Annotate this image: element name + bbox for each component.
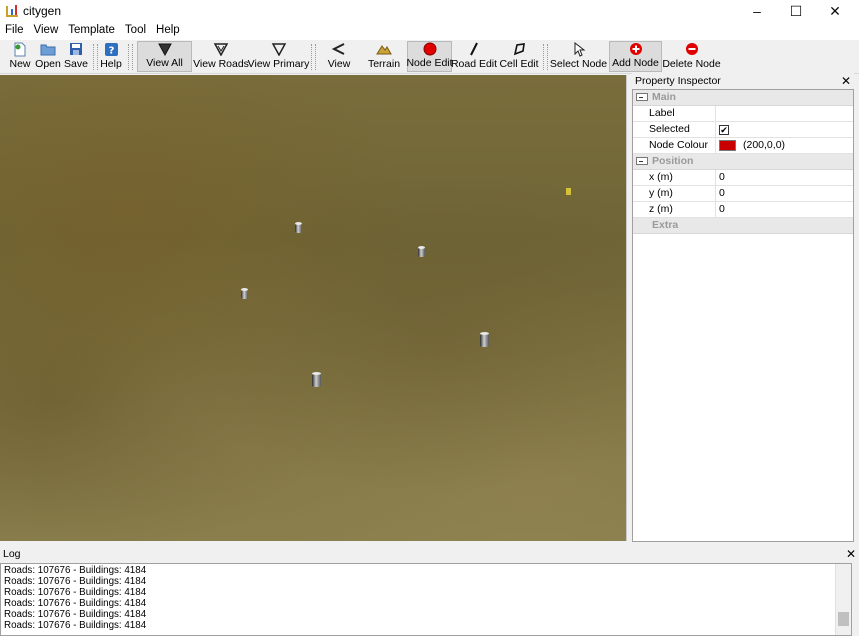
selected-node-marker[interactable]	[566, 188, 571, 195]
log-line: Roads: 107676 - Buildings: 4184	[4, 565, 147, 576]
add-node-button[interactable]: Add Node	[609, 41, 662, 72]
menu-template[interactable]: Template	[63, 22, 120, 40]
log-output[interactable]: Roads: 107676 - Buildings: 4184 Roads: 1…	[0, 563, 852, 636]
prop-y[interactable]: y (m) 0	[633, 186, 853, 202]
log-line: Roads: 107676 - Buildings: 4184	[4, 587, 147, 598]
log-header: Log ✕	[0, 546, 859, 561]
property-inspector-panel: Property Inspector ✕ Main Label Selected…	[632, 73, 854, 542]
log-scrollbar[interactable]	[835, 564, 851, 635]
y-value[interactable]: 0	[716, 186, 853, 201]
collapse-icon[interactable]	[636, 93, 648, 101]
scrollbar-thumb[interactable]	[838, 612, 849, 626]
prop-node-colour[interactable]: Node Colour (200,0,0)	[633, 138, 853, 154]
node-colour-value: (200,0,0)	[743, 139, 786, 151]
minimize-button[interactable]: –	[737, 0, 777, 22]
view-primary-button[interactable]: View Primary	[248, 41, 309, 72]
close-button[interactable]: ✕	[815, 0, 855, 22]
save-button[interactable]: Save	[63, 41, 89, 72]
selected-checkbox[interactable]: ✔	[719, 124, 729, 135]
menu-bar: File View Template Tool Help	[0, 22, 859, 40]
terrain-button[interactable]: Terrain	[364, 41, 404, 72]
terrain-icon	[376, 41, 392, 57]
view-roads-button[interactable]: View Roads	[193, 41, 249, 72]
group-extra[interactable]: Extra	[633, 218, 853, 234]
node-edit-icon	[423, 42, 437, 56]
road-edit-icon	[467, 41, 481, 57]
city-node[interactable]	[295, 222, 302, 233]
window-title: citygen	[23, 4, 62, 18]
view-button[interactable]: View	[322, 41, 356, 72]
cell-edit-button[interactable]: Cell Edit	[499, 41, 539, 72]
toolbar-separator	[311, 44, 316, 70]
toolbar-separator	[543, 44, 548, 70]
group-position[interactable]: Position	[633, 154, 853, 170]
x-value[interactable]: 0	[716, 170, 853, 185]
svg-text:?: ?	[108, 45, 114, 56]
property-grid: Main Label Selected ✔ Node Colour (200,0…	[632, 89, 854, 542]
property-inspector-title: Property Inspector	[635, 75, 721, 87]
toolbar-separator	[128, 44, 133, 70]
toolbar: New Open Save ? Help View All View Roads…	[0, 40, 859, 74]
prop-x[interactable]: x (m) 0	[633, 170, 853, 186]
city-node[interactable]	[312, 372, 321, 387]
maximize-button[interactable]: ☐	[776, 0, 816, 22]
new-file-icon	[13, 41, 27, 57]
delete-node-button[interactable]: Delete Node	[662, 41, 721, 72]
node-edit-button[interactable]: Node Edit	[406, 41, 453, 72]
terrain-viewport[interactable]	[0, 75, 627, 541]
city-node[interactable]	[241, 288, 248, 299]
open-folder-icon	[40, 41, 56, 57]
road-edit-button[interactable]: Road Edit	[451, 41, 497, 72]
property-inspector-header: Property Inspector ✕	[632, 73, 854, 89]
menu-view[interactable]: View	[29, 22, 64, 40]
save-icon	[69, 41, 83, 57]
menu-file[interactable]: File	[0, 22, 29, 40]
view-primary-icon	[271, 41, 287, 57]
collapse-icon[interactable]	[636, 157, 648, 165]
log-line: Roads: 107676 - Buildings: 4184	[4, 620, 147, 631]
view-icon	[331, 41, 347, 57]
log-line: Roads: 107676 - Buildings: 4184	[4, 609, 147, 620]
log-title: Log	[3, 547, 21, 560]
help-button[interactable]: ? Help	[99, 41, 123, 72]
menu-tool[interactable]: Tool	[120, 22, 151, 40]
open-button[interactable]: Open	[35, 41, 61, 72]
new-button[interactable]: New	[6, 41, 34, 72]
city-node[interactable]	[480, 332, 489, 347]
city-node[interactable]	[418, 246, 425, 257]
close-icon[interactable]: ✕	[846, 547, 856, 561]
colour-swatch[interactable]	[719, 140, 736, 151]
log-panel: Log ✕ Roads: 107676 - Buildings: 4184 Ro…	[0, 546, 859, 636]
add-node-icon	[629, 42, 643, 56]
view-all-icon	[157, 42, 173, 56]
cell-edit-icon	[512, 41, 526, 57]
select-node-icon	[572, 41, 586, 57]
prop-z[interactable]: z (m) 0	[633, 202, 853, 218]
group-main[interactable]: Main	[633, 90, 853, 106]
log-line: Roads: 107676 - Buildings: 4184	[4, 576, 147, 587]
view-all-button[interactable]: View All	[137, 41, 192, 72]
z-value[interactable]: 0	[716, 202, 853, 217]
title-bar: citygen – ☐ ✕	[0, 0, 859, 22]
label-value[interactable]	[716, 106, 853, 121]
close-icon[interactable]: ✕	[841, 74, 851, 88]
select-node-button[interactable]: Select Node	[550, 41, 607, 72]
view-roads-icon	[213, 41, 229, 57]
log-line: Roads: 107676 - Buildings: 4184	[4, 598, 147, 609]
menu-help[interactable]: Help	[151, 22, 185, 40]
prop-selected[interactable]: Selected ✔	[633, 122, 853, 138]
app-icon	[6, 5, 18, 17]
delete-node-icon	[685, 41, 699, 57]
toolbar-separator	[93, 44, 98, 70]
help-icon: ?	[104, 41, 119, 57]
prop-label[interactable]: Label	[633, 106, 853, 122]
